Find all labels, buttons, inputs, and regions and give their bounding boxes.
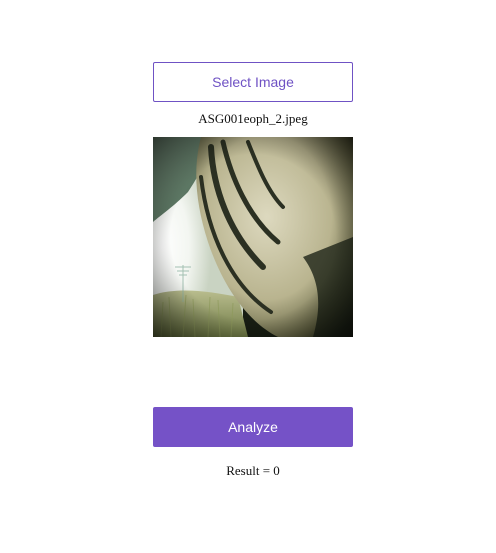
selected-filename: ASG001eoph_2.jpeg xyxy=(198,111,308,126)
select-image-label: Select Image xyxy=(212,74,294,90)
image-preview xyxy=(153,137,353,337)
page: Select Image ASG001eoph_2.jpeg Analyze R… xyxy=(0,0,496,553)
select-image-button[interactable]: Select Image xyxy=(153,62,353,102)
preview-photo xyxy=(153,137,353,337)
result-text: Result = 0 xyxy=(226,463,280,478)
analyze-label: Analyze xyxy=(228,419,278,435)
analyze-button[interactable]: Analyze xyxy=(153,407,353,447)
